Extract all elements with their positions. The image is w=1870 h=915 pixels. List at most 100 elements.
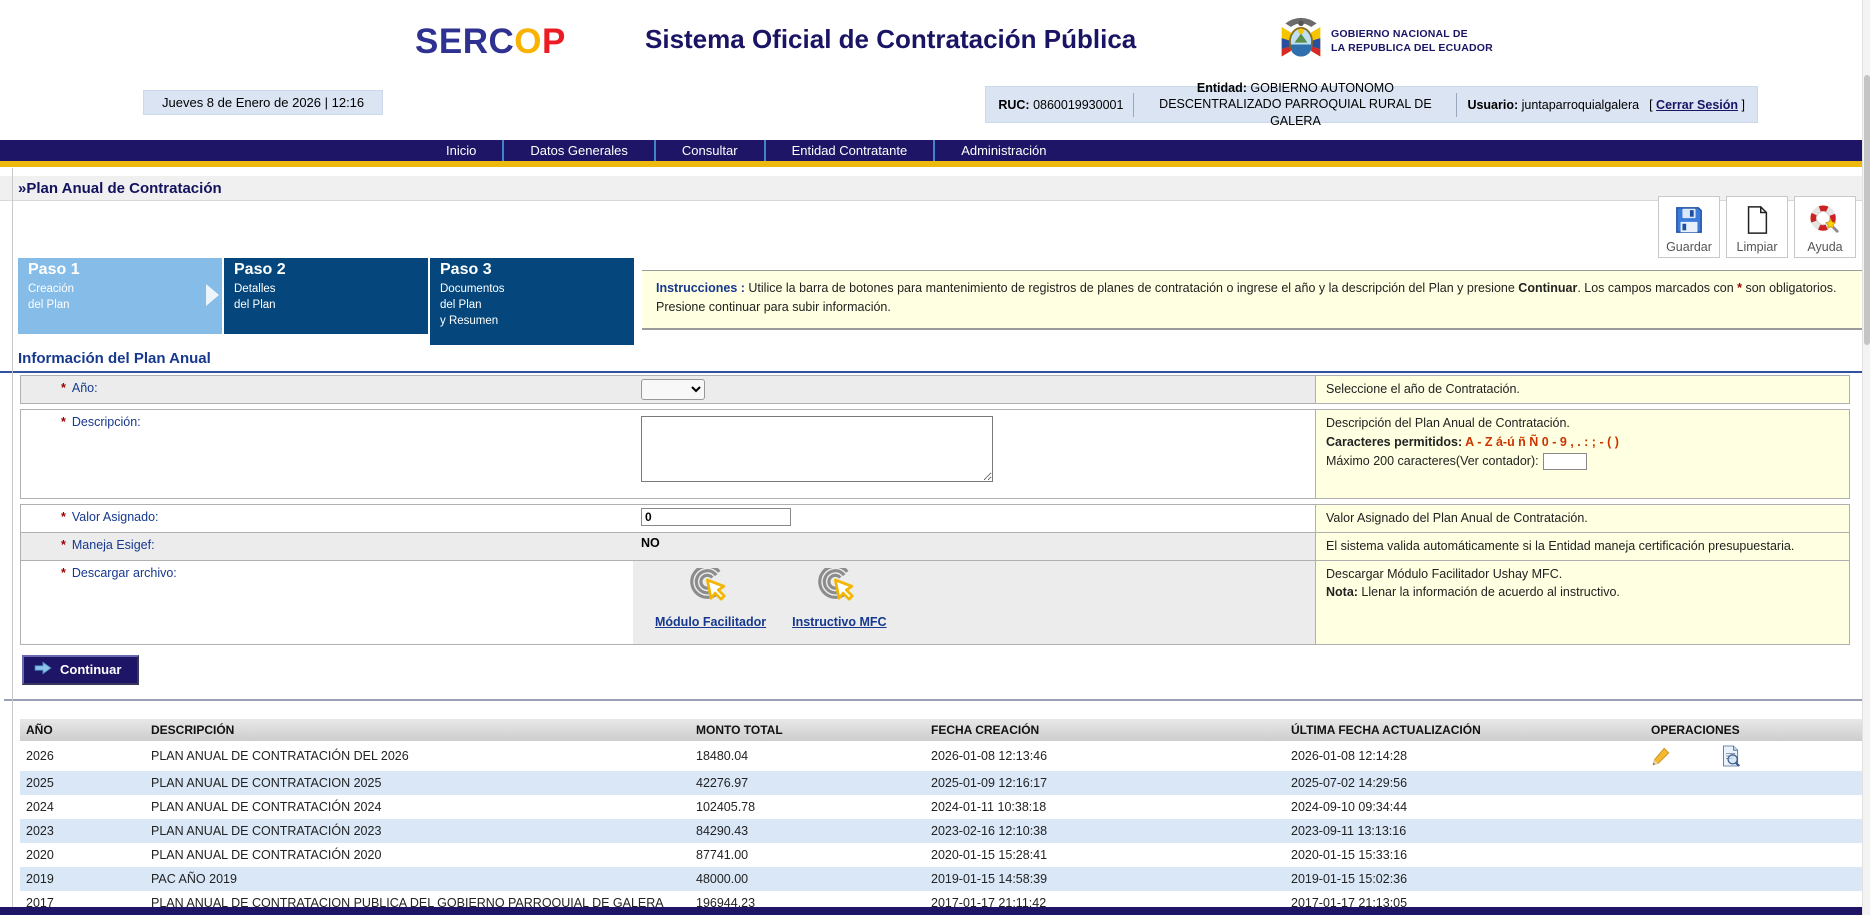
ruc-segment: RUC: 0860019930001	[998, 98, 1123, 112]
info-bar: Jueves 8 de Enero de 2026 | 12:16 RUC: 0…	[0, 86, 1870, 122]
main-nav: Inicio Datos Generales Consultar Entidad…	[0, 140, 1870, 167]
instructions-text1: Utilice la barra de botones para manteni…	[745, 281, 1518, 295]
pencil-icon	[1651, 755, 1671, 769]
table-row: 2025 PLAN ANUAL DE CONTRATACION 2025 422…	[20, 771, 1862, 795]
wizard-steps: Paso 1 Creación del Plan Paso 2 Detalles…	[18, 258, 1870, 345]
char-counter-input[interactable]	[1543, 453, 1587, 470]
nav-item-administracion[interactable]: Administración	[933, 140, 1072, 161]
table-header-row: AÑO DESCRIPCIÓN MONTO TOTAL FECHA CREACI…	[20, 719, 1862, 741]
assigned-value-input[interactable]	[641, 508, 791, 526]
download-modulo-facilitador-link[interactable]: Módulo Facilitador	[655, 568, 766, 629]
cell-operations	[1645, 843, 1862, 867]
cell-operations	[1645, 819, 1862, 843]
cell-year: 2025	[20, 771, 145, 795]
year-select[interactable]	[641, 379, 705, 400]
edit-plan-button[interactable]	[1651, 746, 1671, 766]
nav-item-entidad-contratante[interactable]: Entidad Contratante	[764, 140, 934, 161]
separator	[1456, 93, 1457, 117]
user-value: juntaparroquialgalera	[1522, 98, 1639, 112]
description-input-cell	[633, 410, 1315, 498]
user-segment: Usuario: juntaparroquialgalera	[1467, 98, 1639, 112]
col-header-updated: ÚLTIMA FECHA ACTUALIZACIÓN	[1285, 719, 1645, 741]
year-row: *Año: Seleccione el año de Contratación.	[20, 375, 1850, 404]
required-star: *	[61, 538, 66, 552]
view-plan-button[interactable]	[1721, 745, 1741, 767]
logout-link[interactable]: Cerrar Sesión	[1656, 98, 1738, 112]
logout-bracket-close: ]	[1742, 98, 1745, 112]
action-toolbar: Guardar Limpiar Ayuda	[1658, 196, 1856, 258]
cell-amount: 102405.78	[690, 795, 925, 819]
help-button[interactable]: Ayuda	[1794, 196, 1856, 258]
government-logo-text: GOBIERNO NACIONAL DE LA REPUBLICA DEL EC…	[1331, 28, 1493, 55]
save-button[interactable]: Guardar	[1658, 196, 1720, 258]
nav-item-consultar[interactable]: Consultar	[654, 140, 764, 161]
cell-description: PLAN ANUAL DE CONTRATACIÓN 2023	[145, 819, 690, 843]
download-links-cell: Módulo Facilitador	[633, 561, 1315, 644]
step-1-tab[interactable]: Paso 1 Creación del Plan	[18, 258, 222, 334]
nav-item-inicio[interactable]: Inicio	[420, 140, 502, 161]
nav-item-datos-generales[interactable]: Datos Generales	[502, 140, 654, 161]
esigef-value: NO	[641, 536, 660, 550]
required-star: *	[61, 381, 66, 395]
vertical-scrollbar[interactable]	[1862, 0, 1870, 915]
step-2-tab[interactable]: Paso 2 Detalles del Plan	[224, 258, 428, 334]
arrow-right-icon	[34, 661, 52, 678]
description-textarea[interactable]	[641, 416, 993, 482]
col-header-created: FECHA CREACIÓN	[925, 719, 1285, 741]
download-instructivo-mfc-link[interactable]: Instructivo MFC	[792, 568, 886, 629]
cell-updated: 2024-09-10 09:34:44	[1285, 795, 1645, 819]
step-2-line2: del Plan	[234, 297, 418, 313]
cell-description: PAC AÑO 2019	[145, 867, 690, 891]
table-row: 2020 PLAN ANUAL DE CONTRATACIÓN 2020 877…	[20, 843, 1862, 867]
content-left-border	[12, 168, 13, 907]
user-label: Usuario:	[1467, 98, 1518, 112]
cell-updated: 2026-01-08 12:14:28	[1285, 741, 1645, 771]
separator	[1133, 93, 1134, 117]
continue-button[interactable]: Continuar	[22, 655, 139, 685]
download-instructivo-mfc-label: Instructivo MFC	[792, 615, 886, 629]
logout-bracket-open: [	[1649, 98, 1652, 112]
description-label-text: Descripción:	[72, 415, 141, 429]
cell-created: 2020-01-15 15:28:41	[925, 843, 1285, 867]
section-divider	[4, 699, 1866, 701]
cell-amount: 18480.04	[690, 741, 925, 771]
counter-text: Máximo 200 caracteres(Ver contador):	[1326, 454, 1539, 468]
cell-year: 2020	[20, 843, 145, 867]
logout-segment: [ Cerrar Sesión ]	[1649, 98, 1745, 112]
assigned-value-help: Valor Asignado del Plan Anual de Contrat…	[1315, 505, 1849, 532]
step-3-tab[interactable]: Paso 3 Documentos del Plan y Resumen	[430, 258, 634, 345]
sercop-logo-text-red: P	[542, 22, 566, 61]
col-header-description: DESCRIPCIÓN	[145, 719, 690, 741]
assigned-value-label-text: Valor Asignado:	[72, 510, 159, 524]
description-help-line2: Caracteres permitidos: A - Z á-ú ñ Ñ 0 -…	[1326, 433, 1839, 452]
cell-created: 2019-01-15 14:58:39	[925, 867, 1285, 891]
download-help: Descargar Módulo Facilitador Ushay MFC. …	[1315, 561, 1849, 644]
col-header-amount: MONTO TOTAL	[690, 719, 925, 741]
cell-operations	[1645, 741, 1862, 771]
assigned-value-label: *Valor Asignado:	[21, 505, 633, 532]
step-3-title: Paso 3	[440, 261, 624, 279]
cell-amount: 48000.00	[690, 867, 925, 891]
download-row: *Descargar archivo:	[20, 561, 1850, 645]
required-star: *	[61, 415, 66, 429]
instructions-bold: Continuar	[1518, 281, 1577, 295]
section-title: Información del Plan Anual	[0, 347, 1870, 373]
assigned-value-input-cell	[633, 505, 1315, 532]
download-label: *Descargar archivo:	[21, 561, 633, 644]
esigef-label: *Maneja Esigef:	[21, 533, 633, 560]
download-label-text: Descargar archivo:	[72, 566, 177, 580]
cell-amount: 42276.97	[690, 771, 925, 795]
clear-button[interactable]: Limpiar	[1726, 196, 1788, 258]
download-help-line1: Descargar Módulo Facilitador Ushay MFC.	[1326, 565, 1839, 584]
cell-year: 2019	[20, 867, 145, 891]
description-label: * Descripción:	[21, 410, 633, 498]
cell-amount: 87741.00	[690, 843, 925, 867]
entity-segment: Entidad: GOBIERNO AUTONOMO DESCENTRALIZA…	[1144, 80, 1446, 129]
description-row: *Descripción: Descripción del Plan Anual…	[20, 409, 1850, 499]
scrollbar-thumb[interactable]	[1864, 75, 1870, 345]
year-label: *Año:	[21, 376, 633, 403]
instructions-label: Instrucciones :	[656, 281, 745, 295]
ecuador-coat-of-arms-icon	[1278, 14, 1324, 69]
step-3-line1: Documentos	[440, 281, 624, 297]
table-row: 2019 PAC AÑO 2019 48000.00 2019-01-15 14…	[20, 867, 1862, 891]
